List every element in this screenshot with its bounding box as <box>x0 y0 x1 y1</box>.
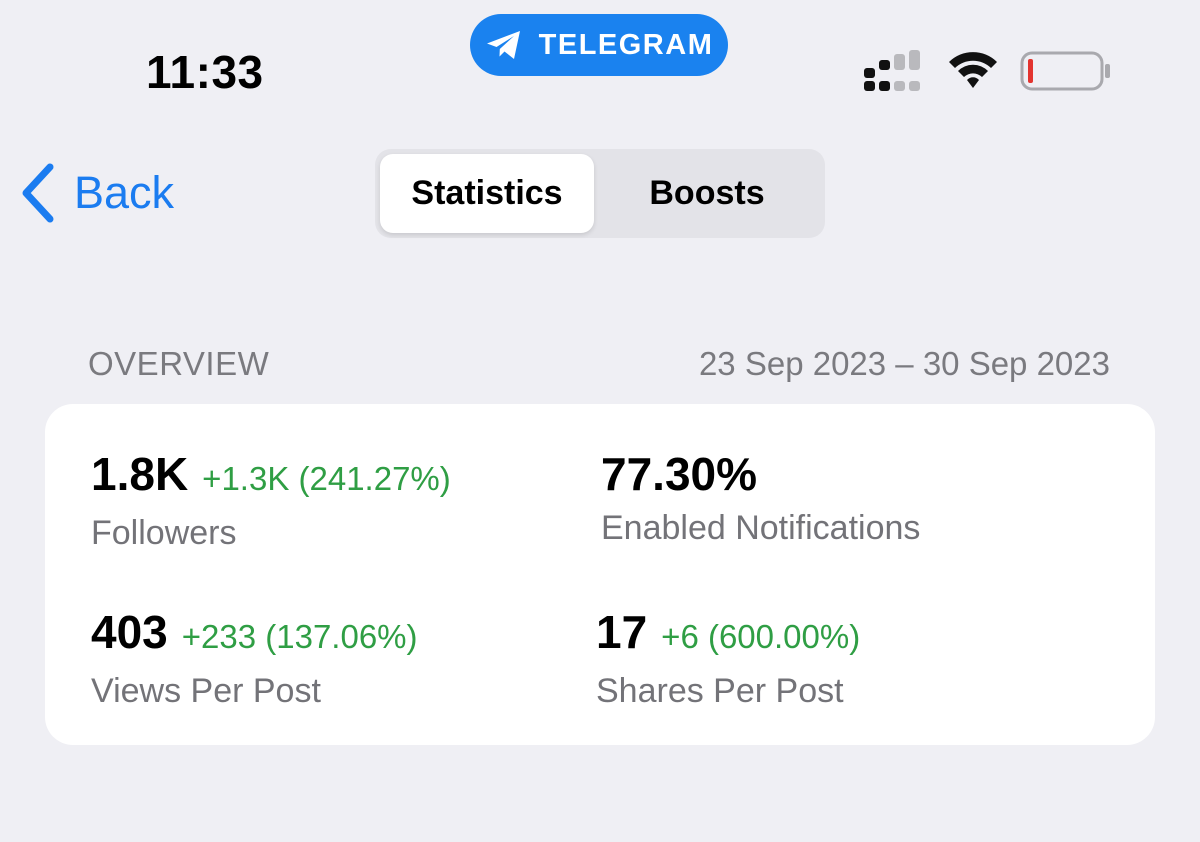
stat-value: 1.8K <box>91 448 189 500</box>
wifi-icon <box>949 52 997 88</box>
overview-date-range: 23 Sep 2023 – 30 Sep 2023 <box>698 345 1110 382</box>
stat-value: 77.30% <box>601 448 758 500</box>
stat-followers: 1.8K +1.3K (241.27%) Followers <box>91 446 451 555</box>
stat-value: 403 <box>91 606 168 658</box>
stat-delta: +233 (137.06%) <box>181 618 418 655</box>
stat-delta: +6 (600.00%) <box>661 618 861 655</box>
status-time: 11:33 <box>146 46 264 98</box>
stat-views-per-post: 403 +233 (137.06%) Views Per Post <box>91 604 418 713</box>
stat-label: Shares Per Post <box>596 672 844 710</box>
stat-label: Enabled Notifications <box>601 509 921 547</box>
cellular-signal-icon <box>864 50 920 91</box>
back-label: Back <box>74 167 175 218</box>
overview-header: OVERVIEW 23 Sep 2023 – 30 Sep 2023 <box>88 342 1110 386</box>
telegram-pill-label: TELEGRAM <box>538 28 714 61</box>
segmented-control: Statistics Boosts <box>375 149 825 238</box>
telegram-plane-icon <box>485 29 523 61</box>
stat-value: 17 <box>596 606 648 658</box>
telegram-pill[interactable]: TELEGRAM <box>470 14 728 76</box>
tab-boosts[interactable]: Boosts <box>594 154 820 233</box>
tab-statistics[interactable]: Statistics <box>380 154 594 233</box>
overview-title: OVERVIEW <box>88 345 270 382</box>
overview-card: 1.8K +1.3K (241.27%) Followers 77.30% En… <box>45 404 1155 745</box>
stat-label: Followers <box>91 514 237 552</box>
telegram-statistics-screen: 11:33 TELEGRAM Back Statistics Boosts OV… <box>0 0 1200 842</box>
stat-label: Views Per Post <box>91 672 321 710</box>
back-button[interactable]: Back <box>20 158 174 228</box>
stat-enabled-notifications: 77.30% Enabled Notifications <box>601 446 920 550</box>
chevron-left-icon <box>22 163 54 223</box>
battery-low-icon <box>1020 51 1110 91</box>
stat-shares-per-post: 17 +6 (600.00%) Shares Per Post <box>596 604 860 713</box>
stat-delta: +1.3K (241.27%) <box>202 460 451 497</box>
